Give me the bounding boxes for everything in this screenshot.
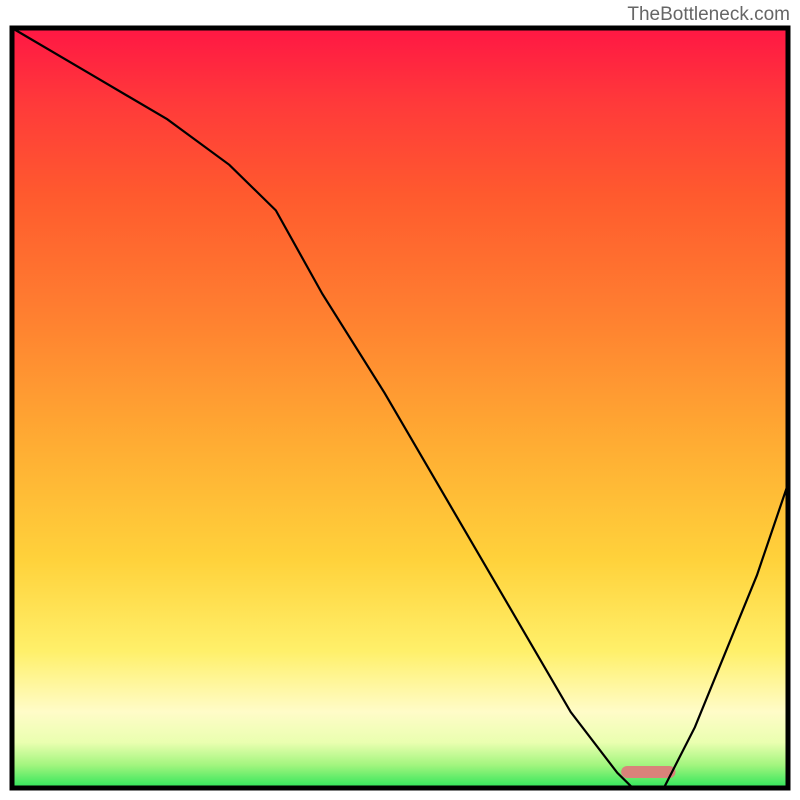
bottleneck-chart [0,0,800,800]
target-marker [621,766,675,778]
watermark-text: TheBottleneck.com [627,4,790,26]
chart-container: { "watermark": "TheBottleneck.com", "cha… [0,0,800,800]
